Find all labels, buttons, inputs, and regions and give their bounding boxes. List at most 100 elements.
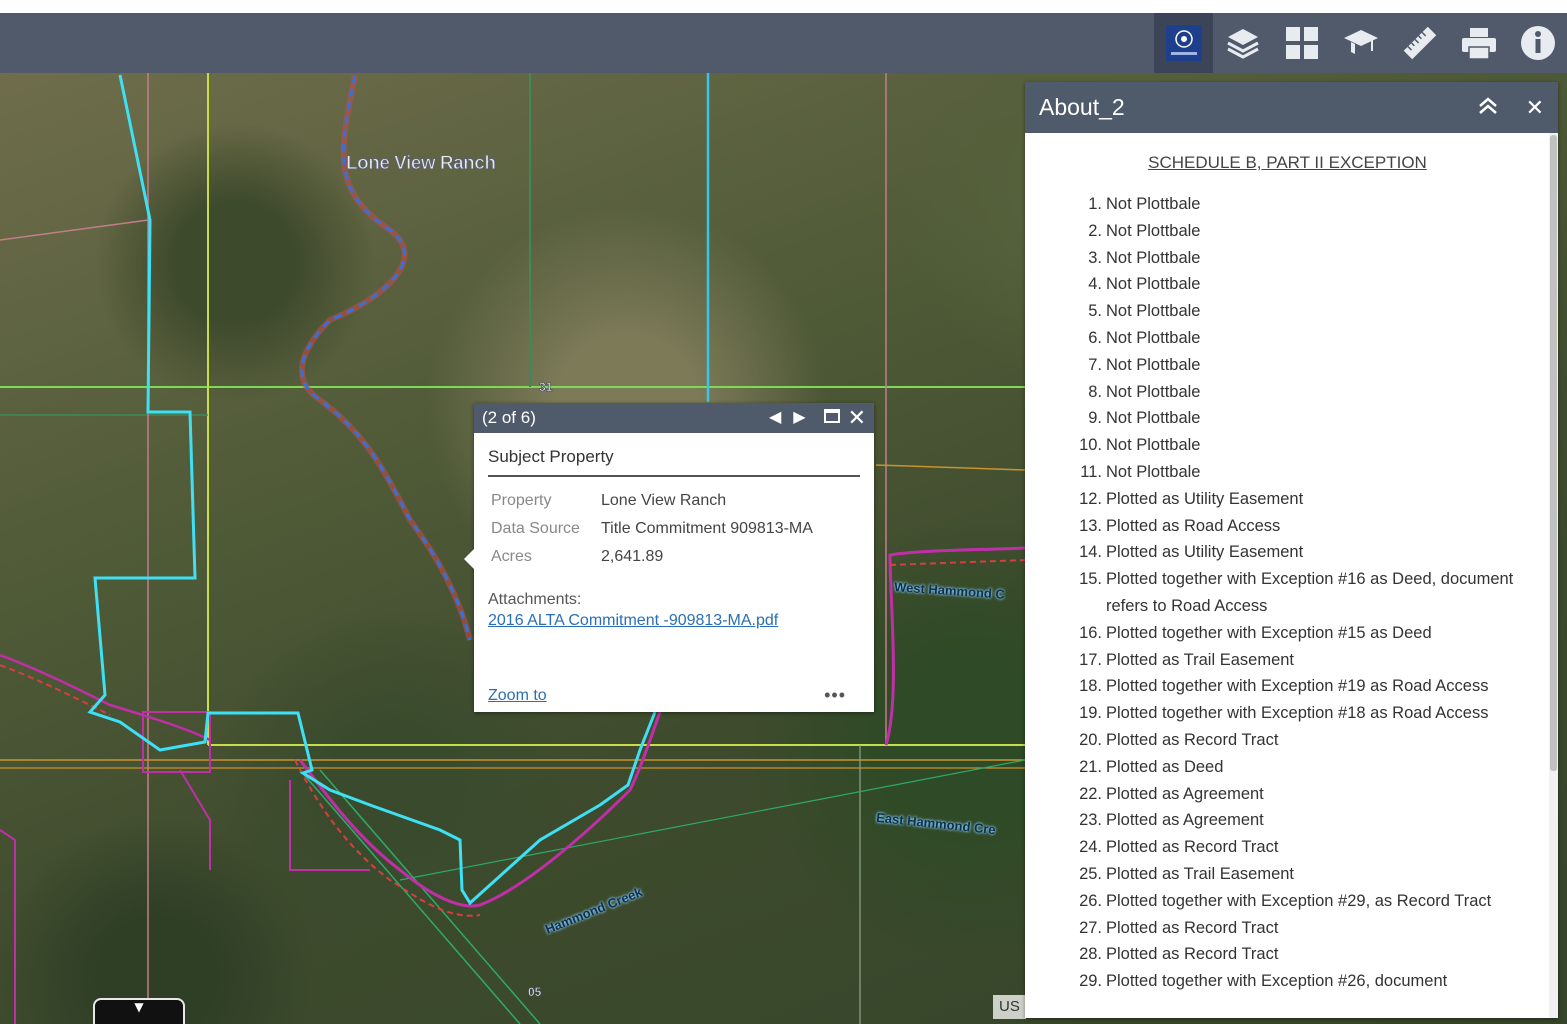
exception-number: 24. [1079,838,1102,857]
exception-text: Not Plottbale [1106,382,1201,401]
measure-ruler-icon [1403,26,1436,60]
exception-text: Plotted as Record Tract [1106,730,1279,749]
exception-item: 24. Plotted as Record Tract [1025,834,1558,861]
exception-text: Plotted together with Exception #18 as R… [1106,704,1489,723]
exception-text: Plotted together with Exception #16 as D… [1106,570,1514,615]
zoom-to-link[interactable]: Zoom to [488,687,547,705]
panel-title: About_2 [1039,94,1125,120]
exception-item: 18. Plotted together with Exception #19 a… [1025,673,1558,700]
exception-item: 19. Plotted together with Exception #18 a… [1025,700,1558,727]
next-feature-icon[interactable]: ▶ [793,410,805,426]
exception-item: 26. Plotted together with Exception #29, … [1025,888,1558,915]
exception-text: Not Plottbale [1106,275,1201,294]
exception-text: Not Plottbale [1106,302,1201,321]
close-icon[interactable]: ✕ [1526,96,1544,119]
exception-number: 1. [1088,195,1102,213]
more-options-icon[interactable]: ••• [824,685,846,706]
about-button[interactable] [1331,13,1390,73]
exception-text: Plotted as Utility Easement [1106,543,1304,562]
exception-item: 11. Not Plottbale [1025,459,1558,486]
popup-header: (2 of 6) ◀ ▶ ✕ [474,403,874,433]
exception-number: 16. [1079,623,1102,642]
collapse-chevron-icon[interactable] [1478,96,1498,119]
exception-text: Plotted as Trail Easement [1106,864,1295,883]
exception-item: 7. Not Plottbale [1025,352,1558,379]
exception-number: 13. [1079,516,1102,535]
exception-number: 19. [1079,704,1102,723]
basemap-gallery-icon [1285,27,1318,59]
exception-number: 8. [1088,382,1102,401]
exception-number: 5. [1088,302,1102,321]
popup-body: Subject Property Property Lone View Ranc… [474,433,874,630]
previous-feature-icon[interactable]: ◀ [769,410,781,426]
exception-number: 18. [1079,677,1102,696]
section-number-label: 05 [528,985,542,1000]
exception-number: 7. [1088,355,1102,374]
exception-text: Plotted as Record Tract [1106,918,1279,937]
about-hat-icon [1343,30,1378,54]
exception-item: 10. Not Plottbale [1025,432,1558,459]
logo-button[interactable] [1154,13,1213,73]
top-strip [0,0,1567,13]
exception-text: Plotted as Road Access [1106,516,1281,535]
exception-number: 3. [1088,248,1102,267]
attribute-row: Property Lone View Ranch [488,487,816,515]
info-button[interactable] [1508,13,1567,73]
attribute-value: 2,641.89 [601,548,664,565]
close-icon[interactable]: ✕ [848,407,866,429]
basemap-gallery-button[interactable] [1272,13,1331,73]
exception-number: 2. [1088,221,1102,240]
exception-item: 23. Plotted as Agreement [1025,807,1558,834]
exception-item: 3. Not Plottbale [1025,245,1558,272]
exception-number: 26. [1079,891,1102,910]
panel-header: About_2 ✕ [1025,82,1558,133]
panel-scrollbar[interactable] [1549,133,1558,1018]
logo-icon [1165,25,1202,61]
maximize-icon[interactable] [823,409,840,427]
layers-button[interactable] [1213,13,1272,73]
exception-text: Plotted as Trail Easement [1106,650,1295,669]
exception-text: Not Plottbale [1106,355,1201,374]
exception-text: Plotted together with Exception #19 as R… [1106,677,1489,696]
exception-item: 12. Plotted as Utility Easement [1025,486,1558,513]
exception-number: 22. [1079,784,1102,803]
exception-text: Plotted as Record Tract [1106,945,1279,964]
exception-number: 20. [1079,730,1102,749]
attribute-value: Title Commitment 909813-MA [601,520,813,537]
map-attribution: US [993,995,1026,1019]
scrollbar-thumb[interactable] [1550,135,1557,771]
exception-text: Not Plottbale [1106,328,1201,347]
exception-text: Plotted as Agreement [1106,811,1264,830]
attachment-link[interactable]: 2016 ALTA Commitment -909813-MA.pdf [488,612,778,630]
attribute-key: Data Source [491,520,580,537]
attribute-row: Acres 2,641.89 [488,543,816,571]
exception-number: 28. [1079,945,1102,964]
exception-text: Plotted as Record Tract [1106,838,1279,857]
attribute-table: Property Lone View Ranch Data Source Tit… [488,487,816,571]
popup-footer: Zoom to ••• [488,685,860,706]
attribute-key: Property [491,492,552,509]
info-icon [1520,26,1555,60]
panel-body[interactable]: SCHEDULE B, PART II EXCEPTION 1. Not Plot… [1025,133,1558,1018]
ranch-map-label: Lone View Ranch [345,153,496,175]
exception-item: 13. Plotted as Road Access [1025,513,1558,540]
exception-number: 6. [1088,328,1102,347]
exception-text: Not Plottbale [1106,409,1201,428]
exception-number: 14. [1079,543,1102,562]
exception-item: 16. Plotted together with Exception #15 a… [1025,620,1558,647]
exception-number: 12. [1079,489,1102,508]
exception-text: Not Plottbale [1106,462,1201,481]
exception-text: Plotted together with Exception #26, doc… [1106,972,1448,991]
exception-item: 9. Not Plottbale [1025,405,1558,432]
exception-item: 27. Plotted as Record Tract [1025,915,1558,942]
expand-panel-toggle[interactable]: ▼ [93,998,185,1024]
exception-number: 4. [1088,275,1102,294]
measurement-button[interactable] [1390,13,1449,73]
exception-item: 1. Not Plottbale [1025,191,1558,218]
exception-text: Not Plottbale [1106,221,1201,240]
exception-item: 14. Plotted as Utility Easement [1025,539,1558,566]
exception-list: 1. Not Plottbale 2. Not Plottbale 3. Not Plot… [1025,191,1558,995]
feature-popup: (2 of 6) ◀ ▶ ✕ Subject Property Property… [464,403,874,712]
print-button[interactable] [1449,13,1508,73]
attachments-label: Attachments: [488,591,582,608]
